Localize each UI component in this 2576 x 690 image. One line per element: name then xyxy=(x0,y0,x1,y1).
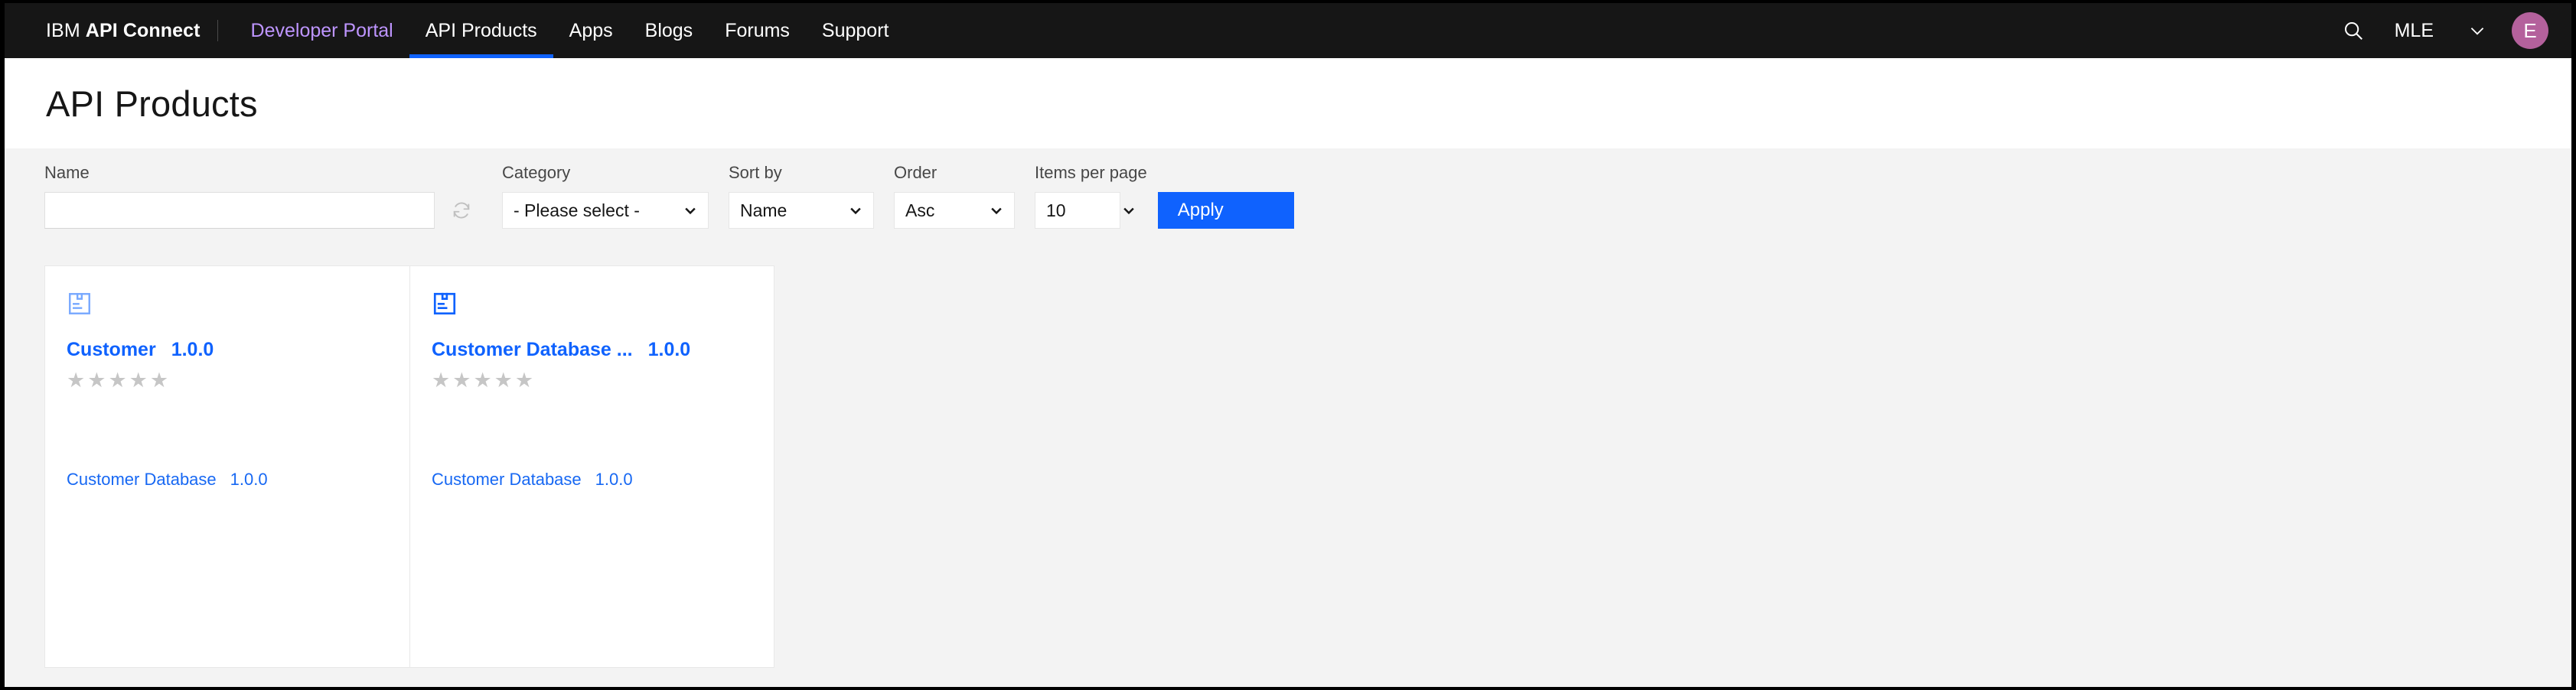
chevron-down-icon[interactable] xyxy=(2455,3,2499,58)
category-filter-group: Category - Please select - xyxy=(502,163,709,229)
product-api-row: Customer Database 1.0.0 xyxy=(67,470,386,490)
primary-nav-links: Developer Portal API Products Apps Blogs… xyxy=(235,3,905,58)
nav-link-forums[interactable]: Forums xyxy=(709,3,806,58)
avatar[interactable]: E xyxy=(2512,12,2548,49)
star-icon: ★ xyxy=(432,369,451,392)
card-spacer xyxy=(67,391,386,470)
rating-stars[interactable]: ★ ★ ★ ★ ★ xyxy=(67,370,386,391)
brand-divider xyxy=(217,20,218,41)
rating-stars[interactable]: ★ ★ ★ ★ ★ xyxy=(432,370,751,391)
order-select-wrapper: Asc xyxy=(894,192,1015,229)
user-org-label[interactable]: MLE xyxy=(2381,20,2455,42)
product-title-row: Customer 1.0.0 xyxy=(67,339,386,361)
category-filter-label: Category xyxy=(502,163,571,182)
page-title-band: API Products xyxy=(5,58,2571,148)
nav-right-actions: MLE E xyxy=(2326,3,2571,58)
star-icon: ★ xyxy=(67,369,86,392)
product-title-row: Customer Database ... 1.0.0 xyxy=(432,339,751,361)
filter-toolbar: Name Category - Please select - Sort by … xyxy=(5,148,2571,246)
product-title[interactable]: Customer xyxy=(67,339,156,361)
items-per-page-select[interactable]: 10 xyxy=(1035,192,1120,229)
product-title[interactable]: Customer Database ... xyxy=(432,339,633,361)
product-card[interactable]: Customer 1.0.0 ★ ★ ★ ★ ★ Customer Databa… xyxy=(45,266,409,668)
product-card[interactable]: Customer Database ... 1.0.0 ★ ★ ★ ★ ★ Cu… xyxy=(409,266,774,668)
name-filter-group: Name xyxy=(44,163,482,229)
product-cards-region: Customer 1.0.0 ★ ★ ★ ★ ★ Customer Databa… xyxy=(5,246,2571,669)
order-select[interactable]: Asc xyxy=(894,192,1015,229)
nav-link-blogs[interactable]: Blogs xyxy=(629,3,709,58)
top-navigation-bar: IBM API Connect Developer Portal API Pro… xyxy=(5,3,2571,58)
star-icon: ★ xyxy=(108,369,127,392)
api-version: 1.0.0 xyxy=(230,470,268,490)
product-version: 1.0.0 xyxy=(647,339,691,361)
nav-link-api-products[interactable]: API Products xyxy=(409,3,553,58)
items-per-page-filter-group: Items per page 10 xyxy=(1035,163,1147,229)
sort-by-filter-group: Sort by Name xyxy=(729,163,874,229)
refresh-icon[interactable] xyxy=(441,192,482,229)
search-input[interactable] xyxy=(44,192,435,229)
name-filter-label: Name xyxy=(44,163,90,182)
star-icon: ★ xyxy=(87,369,106,392)
brand-name: API Connect xyxy=(85,19,201,41)
order-filter-group: Order Asc xyxy=(894,163,1015,229)
sort-by-select-wrapper: Name xyxy=(729,192,874,229)
star-icon: ★ xyxy=(149,369,169,392)
items-per-page-select-wrapper: 10 xyxy=(1035,192,1147,229)
product-version: 1.0.0 xyxy=(171,339,214,361)
brand-logo[interactable]: IBM API Connect xyxy=(46,20,217,42)
sort-by-select[interactable]: Name xyxy=(729,192,874,229)
name-filter-row xyxy=(44,192,482,229)
nav-link-support[interactable]: Support xyxy=(806,3,905,58)
items-per-page-label: Items per page xyxy=(1035,163,1147,182)
package-product-icon xyxy=(432,291,751,321)
category-select[interactable]: - Please select - xyxy=(502,192,709,229)
product-cards-container: Customer 1.0.0 ★ ★ ★ ★ ★ Customer Databa… xyxy=(44,265,774,669)
apply-button[interactable]: Apply xyxy=(1157,192,1294,229)
chevron-down-icon xyxy=(1121,203,1136,218)
api-version: 1.0.0 xyxy=(595,470,633,490)
sort-by-filter-label: Sort by xyxy=(729,163,782,182)
package-product-icon xyxy=(67,291,386,321)
api-name-link[interactable]: Customer Database xyxy=(432,470,582,490)
api-name-link[interactable]: Customer Database xyxy=(67,470,217,490)
nav-link-developer-portal[interactable]: Developer Portal xyxy=(235,3,409,58)
brand-prefix: IBM xyxy=(46,19,86,41)
search-icon[interactable] xyxy=(2326,3,2381,58)
star-icon: ★ xyxy=(129,369,148,392)
product-api-row: Customer Database 1.0.0 xyxy=(432,470,751,490)
card-bottom-pad xyxy=(67,503,386,667)
star-icon: ★ xyxy=(494,369,513,392)
card-bottom-pad xyxy=(432,503,751,667)
card-spacer xyxy=(432,391,751,470)
star-icon: ★ xyxy=(452,369,471,392)
star-icon: ★ xyxy=(473,369,492,392)
nav-link-apps[interactable]: Apps xyxy=(553,3,629,58)
category-select-wrapper: - Please select - xyxy=(502,192,709,229)
page-title: API Products xyxy=(46,83,258,124)
star-icon: ★ xyxy=(514,369,534,392)
browser-viewport: IBM API Connect Developer Portal API Pro… xyxy=(5,3,2571,687)
order-filter-label: Order xyxy=(894,163,937,182)
